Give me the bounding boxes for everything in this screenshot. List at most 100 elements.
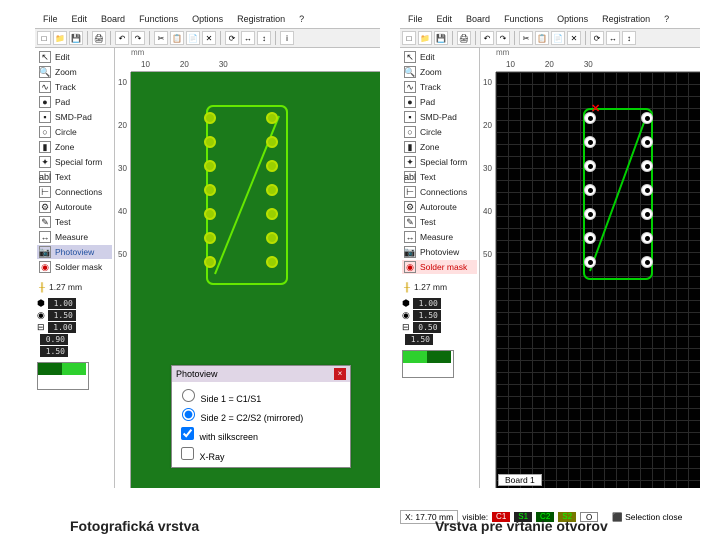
print-icon[interactable]: 🖨: [457, 31, 471, 45]
tool-measure[interactable]: ↔Measure: [402, 230, 477, 244]
grid-value[interactable]: ╫ 1.27 mm: [37, 281, 112, 293]
mirror-h-icon[interactable]: ↔: [241, 31, 255, 45]
check-silk[interactable]: with silkscreen: [177, 424, 345, 443]
undo-icon[interactable]: ↶: [115, 31, 129, 45]
tool-pad[interactable]: ●Pad: [402, 95, 477, 109]
radio-side2[interactable]: Side 2 = C2/S2 (mirrored): [177, 405, 345, 423]
save-icon[interactable]: 💾: [69, 31, 83, 45]
menu-file[interactable]: File: [39, 12, 62, 26]
tool-zoom[interactable]: 🔍Zoom: [37, 65, 112, 79]
swatch-green[interactable]: [62, 363, 86, 375]
open-icon[interactable]: 📁: [53, 31, 67, 45]
rotate-icon[interactable]: ⟳: [590, 31, 604, 45]
tool-circle[interactable]: ○Circle: [402, 125, 477, 139]
copy-icon[interactable]: 📋: [170, 31, 184, 45]
print-icon[interactable]: 🖨: [92, 31, 106, 45]
tool-photoview[interactable]: 📷Photoview: [402, 245, 477, 259]
tool-test[interactable]: ✎Test: [402, 215, 477, 229]
canvas-left[interactable]: mm 10 20 30 10 20 30 40 50: [115, 48, 380, 488]
new-icon[interactable]: □: [37, 31, 51, 45]
grid-value[interactable]: ╫ 1.27 mm: [402, 281, 477, 293]
val-4[interactable]: 0.90: [40, 334, 68, 345]
cut-icon[interactable]: ✂: [519, 31, 533, 45]
paste-icon[interactable]: 📄: [186, 31, 200, 45]
menu-functions[interactable]: Functions: [135, 12, 182, 26]
tool-smd-pad[interactable]: ▪SMD-Pad: [37, 110, 112, 124]
val-r1[interactable]: 1.00: [413, 298, 441, 309]
octagon-icon[interactable]: ⬢: [402, 298, 410, 309]
menu-edit[interactable]: Edit: [433, 12, 457, 26]
tool-soldermask[interactable]: ◉Solder mask: [37, 260, 112, 274]
info-icon[interactable]: i: [280, 31, 294, 45]
tool-smd-pad[interactable]: ▪SMD-Pad: [402, 110, 477, 124]
open-icon[interactable]: 📁: [418, 31, 432, 45]
paste-icon[interactable]: 📄: [551, 31, 565, 45]
mirror-v-icon[interactable]: ↕: [257, 31, 271, 45]
tool-text[interactable]: ablText: [37, 170, 112, 184]
close-icon[interactable]: ×: [334, 368, 346, 380]
swatch-green[interactable]: [403, 351, 427, 363]
tool-zone[interactable]: ▮Zone: [402, 140, 477, 154]
tool-special[interactable]: ✦Special form: [402, 155, 477, 169]
redo-icon[interactable]: ↷: [131, 31, 145, 45]
swatch-darkgreen[interactable]: [427, 351, 451, 363]
menu-help[interactable]: ?: [660, 12, 673, 26]
menu-options[interactable]: Options: [553, 12, 592, 26]
tool-special[interactable]: ✦Special form: [37, 155, 112, 169]
tool-pad[interactable]: ●Pad: [37, 95, 112, 109]
tool-connections[interactable]: ⊢Connections: [402, 185, 477, 199]
val-r3[interactable]: 0.50: [413, 322, 441, 333]
width-icon[interactable]: ⊟: [37, 322, 45, 333]
val-2[interactable]: 1.50: [48, 310, 76, 321]
delete-icon[interactable]: ✕: [202, 31, 216, 45]
menu-board[interactable]: Board: [462, 12, 494, 26]
hole-icon[interactable]: ◉: [402, 310, 410, 321]
new-icon[interactable]: □: [402, 31, 416, 45]
menu-options[interactable]: Options: [188, 12, 227, 26]
rotate-icon[interactable]: ⟳: [225, 31, 239, 45]
menu-functions[interactable]: Functions: [500, 12, 547, 26]
menu-edit[interactable]: Edit: [68, 12, 92, 26]
val-r2[interactable]: 1.50: [413, 310, 441, 321]
menu-registration[interactable]: Registration: [233, 12, 289, 26]
tool-text[interactable]: ablText: [402, 170, 477, 184]
tool-edit[interactable]: ↖Edit: [37, 50, 112, 64]
menu-board[interactable]: Board: [97, 12, 129, 26]
undo-icon[interactable]: ↶: [480, 31, 494, 45]
radio-side1[interactable]: Side 1 = C1/S1: [177, 386, 345, 404]
cut-icon[interactable]: ✂: [154, 31, 168, 45]
tool-zone[interactable]: ▮Zone: [37, 140, 112, 154]
tool-measure[interactable]: ↔Measure: [37, 230, 112, 244]
width-icon[interactable]: ⊟: [402, 322, 410, 333]
tool-photoview[interactable]: 📷Photoview: [37, 245, 112, 259]
val-5[interactable]: 1.50: [40, 346, 68, 357]
tool-autoroute[interactable]: ⚙Autoroute: [402, 200, 477, 214]
swatch-darkgreen[interactable]: [38, 363, 62, 375]
circle-hole-icon[interactable]: ◉: [37, 310, 45, 321]
val-1[interactable]: 1.00: [48, 298, 76, 309]
board-tab[interactable]: Board 1: [498, 474, 542, 486]
menu-file[interactable]: File: [404, 12, 427, 26]
tool-track[interactable]: ∿Track: [37, 80, 112, 94]
tool-autoroute[interactable]: ⚙Autoroute: [37, 200, 112, 214]
delete-icon[interactable]: ✕: [567, 31, 581, 45]
copy-icon[interactable]: 📋: [535, 31, 549, 45]
octagon-icon[interactable]: ⬢: [37, 298, 45, 309]
canvas-right[interactable]: mm 10 20 30 10 20 30 40 50 ✕: [480, 48, 700, 488]
mirror-h-icon[interactable]: ↔: [606, 31, 620, 45]
tool-connections[interactable]: ⊢Connections: [37, 185, 112, 199]
mirror-v-icon[interactable]: ↕: [622, 31, 636, 45]
tool-test[interactable]: ✎Test: [37, 215, 112, 229]
save-icon[interactable]: 💾: [434, 31, 448, 45]
menu-registration[interactable]: Registration: [598, 12, 654, 26]
tool-edit[interactable]: ↖Edit: [402, 50, 477, 64]
tool-track[interactable]: ∿Track: [402, 80, 477, 94]
val-r4[interactable]: 1.50: [405, 334, 433, 345]
menu-help[interactable]: ?: [295, 12, 308, 26]
val-3[interactable]: 1.00: [48, 322, 76, 333]
tool-zoom[interactable]: 🔍Zoom: [402, 65, 477, 79]
tool-circle[interactable]: ○Circle: [37, 125, 112, 139]
check-xray[interactable]: X-Ray: [177, 444, 345, 463]
redo-icon[interactable]: ↷: [496, 31, 510, 45]
photoview-titlebar[interactable]: Photoview ×: [172, 366, 350, 382]
